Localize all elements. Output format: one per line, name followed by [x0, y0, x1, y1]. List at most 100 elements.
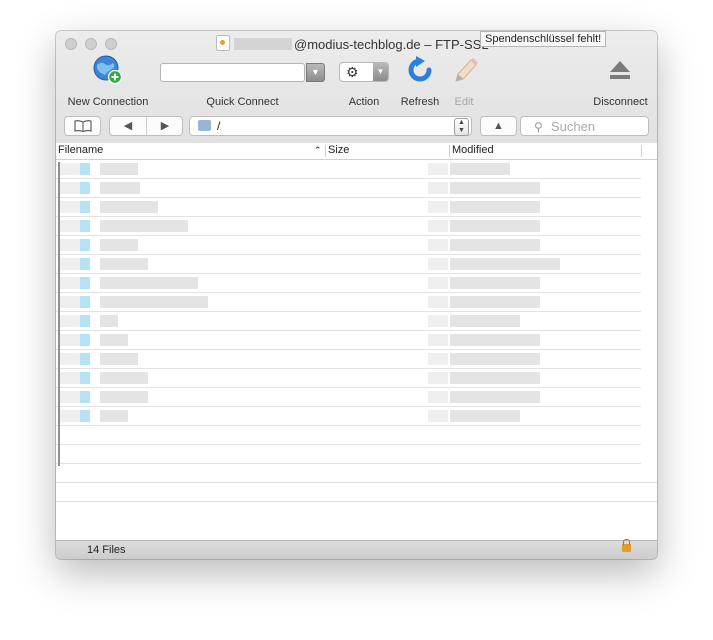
table-row[interactable] — [56, 388, 641, 407]
redacted-cell — [450, 391, 540, 403]
redacted-cell — [80, 372, 90, 384]
quick-connect-dropdown-button[interactable]: ▼ — [306, 63, 325, 82]
redacted-cell — [60, 296, 80, 308]
quick-connect-input[interactable] — [160, 63, 305, 82]
redacted-cell — [450, 315, 520, 327]
column-modified[interactable]: Modified — [452, 144, 494, 156]
refresh-button[interactable]: Refresh — [396, 37, 444, 112]
redacted-cell — [60, 410, 80, 422]
redacted-cell — [428, 372, 448, 384]
table-row[interactable] — [56, 483, 657, 502]
refresh-icon — [408, 56, 432, 82]
column-filename[interactable]: Filename — [58, 144, 103, 156]
redacted-cell — [80, 239, 90, 251]
redacted-cell — [100, 296, 208, 308]
redacted-cell — [428, 239, 448, 251]
redacted-cell — [80, 201, 90, 213]
redacted-cell — [450, 277, 540, 289]
redacted-cell — [450, 258, 560, 270]
redacted-cell — [60, 391, 80, 403]
disconnect-button[interactable]: Disconnect — [584, 37, 657, 112]
redacted-cell — [450, 201, 540, 213]
redacted-cell — [450, 220, 540, 232]
table-row[interactable] — [56, 312, 641, 331]
book-icon — [73, 120, 92, 133]
table-row[interactable] — [56, 255, 641, 274]
list-left-edge — [58, 162, 60, 466]
redacted-cell — [80, 353, 90, 365]
redacted-cell — [450, 334, 540, 346]
redacted-cell — [60, 372, 80, 384]
action-menu-button[interactable]: ⚙ ▼ — [339, 62, 389, 82]
redacted-cell — [100, 410, 128, 422]
table-row[interactable] — [56, 198, 641, 217]
eject-icon — [610, 61, 630, 79]
column-size[interactable]: Size — [328, 144, 349, 156]
table-row[interactable] — [56, 274, 641, 293]
redacted-cell — [100, 334, 128, 346]
redacted-cell — [428, 391, 448, 403]
redacted-cell — [428, 258, 448, 270]
new-connection-button[interactable]: New Connection — [56, 37, 160, 112]
table-row[interactable] — [56, 445, 641, 464]
redacted-cell — [60, 277, 80, 289]
redacted-cell — [100, 239, 138, 251]
redacted-cell — [60, 201, 80, 213]
table-row[interactable] — [56, 464, 657, 483]
redacted-cell — [450, 296, 540, 308]
redacted-cell — [100, 391, 148, 403]
redacted-cell — [60, 182, 80, 194]
redacted-cell — [428, 201, 448, 213]
table-row[interactable] — [56, 236, 641, 255]
table-row[interactable] — [56, 369, 641, 388]
redacted-cell — [428, 182, 448, 194]
redacted-cell — [80, 258, 90, 270]
redacted-cell — [428, 410, 448, 422]
globe-plus-icon — [93, 55, 123, 85]
triangle-up-icon: ▲ — [493, 120, 504, 132]
table-row[interactable] — [56, 293, 641, 312]
table-row[interactable] — [56, 407, 641, 426]
redacted-cell — [428, 296, 448, 308]
redacted-cell — [100, 258, 148, 270]
back-button[interactable]: ◀ — [110, 117, 147, 135]
pencil-icon — [455, 58, 478, 82]
redacted-cell — [80, 182, 90, 194]
redacted-cell — [100, 277, 198, 289]
redacted-cell — [450, 182, 540, 194]
redacted-cell — [60, 315, 80, 327]
file-list[interactable] — [56, 160, 657, 540]
redacted-cell — [428, 220, 448, 232]
search-input[interactable]: ⚲ Suchen — [520, 116, 649, 136]
folder-icon — [198, 120, 211, 131]
lock-icon — [622, 539, 631, 552]
table-row[interactable] — [56, 350, 641, 369]
triangle-right-icon: ▶ — [160, 120, 170, 132]
current-path: / — [217, 119, 221, 133]
redacted-cell — [450, 163, 510, 175]
redacted-cell — [60, 353, 80, 365]
redacted-cell — [450, 372, 540, 384]
redacted-cell — [450, 410, 520, 422]
chevron-down-icon: ▼ — [373, 63, 388, 81]
table-row[interactable] — [56, 179, 641, 198]
redacted-cell — [80, 334, 90, 346]
table-row[interactable] — [56, 426, 641, 445]
table-row[interactable] — [56, 331, 641, 350]
redacted-cell — [80, 220, 90, 232]
parent-folder-button[interactable]: ▲ — [480, 116, 517, 136]
table-row[interactable] — [56, 217, 641, 236]
bookmarks-button[interactable] — [64, 116, 101, 136]
redacted-cell — [80, 315, 90, 327]
redacted-cell — [100, 315, 118, 327]
forward-button[interactable]: ▶ — [147, 117, 183, 135]
redacted-cell — [100, 372, 148, 384]
edit-button[interactable]: Edit — [444, 37, 484, 112]
table-row[interactable] — [56, 160, 641, 179]
redacted-cell — [450, 239, 540, 251]
redacted-cell — [60, 334, 80, 346]
path-selector[interactable]: / ▲ ▼ — [189, 116, 472, 136]
redacted-cell — [428, 334, 448, 346]
bookmark-doc-icon — [216, 35, 230, 51]
redacted-cell — [100, 182, 140, 194]
